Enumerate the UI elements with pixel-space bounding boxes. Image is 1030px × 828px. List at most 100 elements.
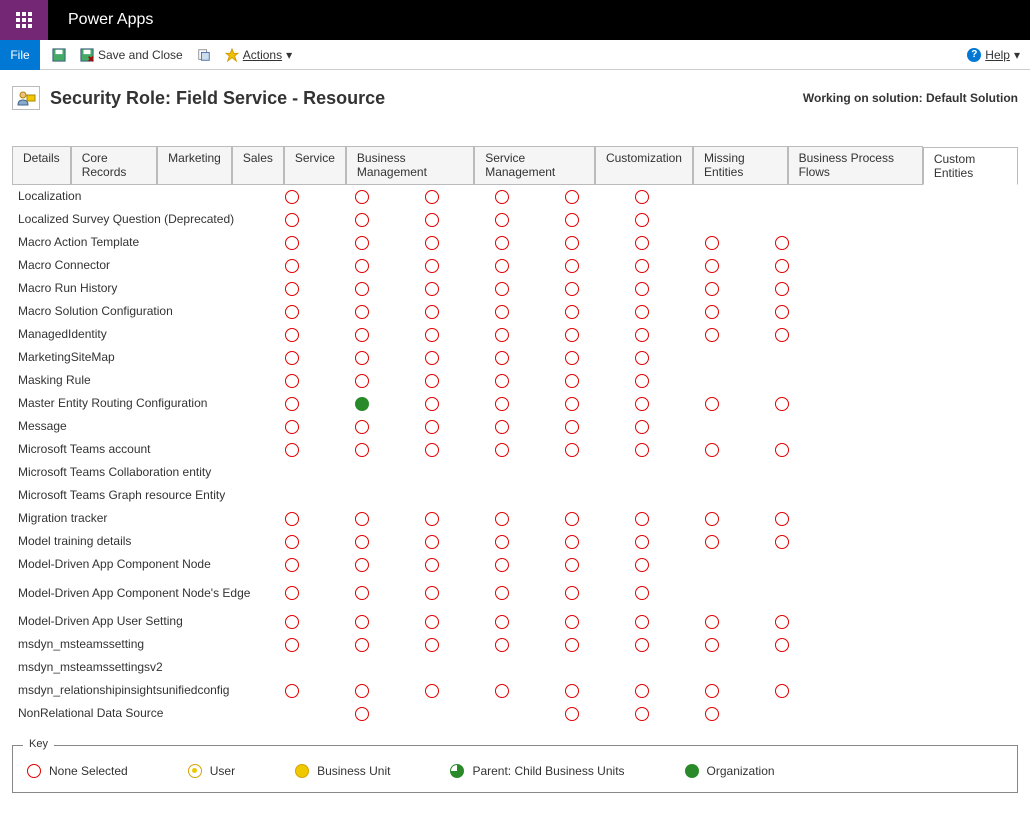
privilege-none[interactable]	[565, 259, 579, 273]
entity-name[interactable]: Model-Driven App User Setting	[12, 614, 257, 628]
privilege-none[interactable]	[775, 684, 789, 698]
privilege-none[interactable]	[775, 305, 789, 319]
privilege-none[interactable]	[355, 420, 369, 434]
entity-name[interactable]: Macro Action Template	[12, 235, 257, 249]
privilege-none[interactable]	[285, 305, 299, 319]
privilege-none[interactable]	[565, 351, 579, 365]
entity-name[interactable]: Master Entity Routing Configuration	[12, 396, 257, 410]
privilege-none[interactable]	[285, 190, 299, 204]
privilege-none[interactable]	[565, 586, 579, 600]
privilege-none[interactable]	[635, 236, 649, 250]
privilege-none[interactable]	[425, 638, 439, 652]
privilege-none[interactable]	[495, 213, 509, 227]
privilege-none[interactable]	[425, 684, 439, 698]
privilege-none[interactable]	[705, 328, 719, 342]
privilege-none[interactable]	[565, 420, 579, 434]
privilege-none[interactable]	[425, 282, 439, 296]
privilege-none[interactable]	[565, 707, 579, 721]
entity-name[interactable]: ManagedIdentity	[12, 327, 257, 341]
privilege-none[interactable]	[285, 374, 299, 388]
privilege-none[interactable]	[565, 213, 579, 227]
privilege-none[interactable]	[425, 615, 439, 629]
privilege-none[interactable]	[495, 684, 509, 698]
privilege-none[interactable]	[775, 443, 789, 457]
privilege-none[interactable]	[355, 305, 369, 319]
privilege-none[interactable]	[355, 615, 369, 629]
privilege-none[interactable]	[285, 512, 299, 526]
privilege-none[interactable]	[495, 512, 509, 526]
entity-name[interactable]: Macro Run History	[12, 281, 257, 295]
privilege-none[interactable]	[285, 236, 299, 250]
privilege-none[interactable]	[775, 259, 789, 273]
privilege-none[interactable]	[355, 535, 369, 549]
privilege-none[interactable]	[285, 586, 299, 600]
privilege-none[interactable]	[565, 236, 579, 250]
privilege-none[interactable]	[425, 236, 439, 250]
privilege-none[interactable]	[565, 328, 579, 342]
privilege-none[interactable]	[495, 586, 509, 600]
entity-name[interactable]: Message	[12, 419, 257, 433]
privilege-none[interactable]	[705, 615, 719, 629]
privilege-none[interactable]	[285, 638, 299, 652]
tab-customization[interactable]: Customization	[595, 146, 693, 184]
privilege-none[interactable]	[705, 236, 719, 250]
privilege-none[interactable]	[635, 512, 649, 526]
privilege-none[interactable]	[635, 190, 649, 204]
privilege-none[interactable]	[565, 638, 579, 652]
privilege-none[interactable]	[425, 190, 439, 204]
privilege-none[interactable]	[565, 684, 579, 698]
privilege-none[interactable]	[495, 374, 509, 388]
privilege-none[interactable]	[285, 259, 299, 273]
privilege-none[interactable]	[565, 397, 579, 411]
privilege-none[interactable]	[425, 213, 439, 227]
entity-name[interactable]: msdyn_msteamssetting	[12, 637, 257, 651]
privilege-none[interactable]	[285, 351, 299, 365]
privilege-none[interactable]	[495, 282, 509, 296]
privilege-none[interactable]	[635, 443, 649, 457]
privilege-none[interactable]	[495, 397, 509, 411]
tab-service[interactable]: Service	[284, 146, 346, 184]
privilege-none[interactable]	[635, 586, 649, 600]
privilege-none[interactable]	[285, 397, 299, 411]
entity-name[interactable]: Migration tracker	[12, 511, 257, 525]
privilege-none[interactable]	[565, 305, 579, 319]
privilege-none[interactable]	[705, 282, 719, 296]
privilege-none[interactable]	[355, 374, 369, 388]
privilege-none[interactable]	[425, 351, 439, 365]
privilege-none[interactable]	[285, 615, 299, 629]
privilege-none[interactable]	[705, 535, 719, 549]
tab-marketing[interactable]: Marketing	[157, 146, 232, 184]
privilege-none[interactable]	[705, 707, 719, 721]
actions-menu[interactable]: Actions ▾	[225, 48, 292, 62]
entity-name[interactable]: NonRelational Data Source	[12, 706, 257, 720]
privilege-none[interactable]	[285, 535, 299, 549]
privilege-none[interactable]	[635, 374, 649, 388]
entity-name[interactable]: Microsoft Teams account	[12, 442, 257, 456]
privilege-none[interactable]	[495, 443, 509, 457]
privilege-none[interactable]	[285, 213, 299, 227]
privilege-none[interactable]	[635, 328, 649, 342]
tab-business-management[interactable]: Business Management	[346, 146, 474, 184]
privilege-none[interactable]	[495, 305, 509, 319]
privilege-none[interactable]	[705, 305, 719, 319]
privilege-none[interactable]	[565, 512, 579, 526]
privilege-none[interactable]	[775, 615, 789, 629]
privilege-none[interactable]	[775, 236, 789, 250]
entity-name[interactable]: Model-Driven App Component Node's Edge	[12, 586, 257, 600]
privilege-none[interactable]	[775, 638, 789, 652]
privilege-none[interactable]	[495, 259, 509, 273]
privilege-none[interactable]	[565, 558, 579, 572]
privilege-grid[interactable]: Localization Localized Survey Question (D…	[0, 185, 1030, 725]
privilege-none[interactable]	[285, 328, 299, 342]
privilege-none[interactable]	[635, 558, 649, 572]
tab-missing-entities[interactable]: Missing Entities	[693, 146, 788, 184]
privilege-none[interactable]	[495, 638, 509, 652]
entity-name[interactable]: Localization	[12, 189, 257, 203]
entity-name[interactable]: Microsoft Teams Collaboration entity	[12, 465, 257, 479]
privilege-none[interactable]	[775, 535, 789, 549]
privilege-none[interactable]	[495, 328, 509, 342]
privilege-none[interactable]	[355, 684, 369, 698]
privilege-none[interactable]	[635, 707, 649, 721]
privilege-none[interactable]	[355, 328, 369, 342]
entity-name[interactable]: Localized Survey Question (Deprecated)	[12, 212, 257, 226]
